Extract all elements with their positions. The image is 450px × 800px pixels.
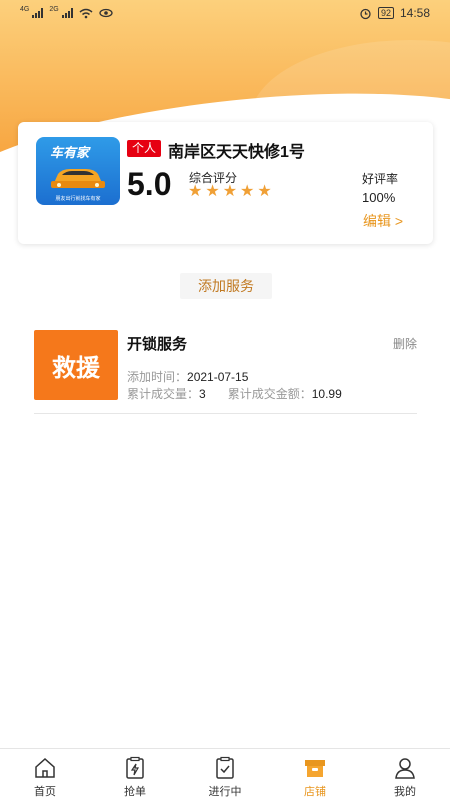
tab-label: 进行中 bbox=[208, 786, 242, 798]
deal-amount-label: 累计成交金额： bbox=[227, 387, 312, 401]
signal-icon-2 bbox=[61, 8, 73, 18]
status-left: 4G 2G bbox=[20, 5, 113, 19]
home-icon bbox=[35, 757, 55, 778]
shop-type-badge: 个人 bbox=[127, 140, 162, 157]
star-icon: ★ bbox=[188, 183, 203, 200]
status-time: 14:58 bbox=[399, 6, 430, 20]
tab-in-progress[interactable]: 进行中 bbox=[180, 749, 270, 800]
service-stats: 累计成交量：3 累计成交金额：10.99 bbox=[127, 385, 364, 402]
star-icon: ★ bbox=[205, 183, 220, 200]
logo-title: 车有家 bbox=[50, 145, 90, 160]
tab-home[interactable]: 首页 bbox=[0, 749, 90, 800]
tab-label: 我的 bbox=[394, 786, 416, 798]
star-icon: ★ bbox=[240, 183, 255, 200]
star-icon: ★ bbox=[257, 183, 272, 200]
service-added-time: 添加时间：2021-07-15 bbox=[127, 368, 270, 385]
deal-count-value: 3 bbox=[199, 387, 206, 401]
status-right: 92 14:58 bbox=[359, 6, 430, 20]
service-name: 开锁服务 bbox=[127, 336, 188, 353]
in-progress-icon bbox=[216, 756, 234, 779]
battery-icon: 92 bbox=[377, 7, 394, 19]
network-type-1: 4G bbox=[20, 5, 30, 13]
delete-service-button[interactable]: 删除 bbox=[393, 335, 417, 352]
tab-label: 店铺 bbox=[304, 786, 326, 798]
added-time-value: 2021-07-15 bbox=[187, 370, 249, 384]
good-rate-value: 100% bbox=[362, 190, 396, 205]
shop-score: 5.0 bbox=[127, 166, 172, 202]
profile-icon bbox=[395, 758, 415, 779]
bottom-tab-bar: 首页 抢单 进行中 店铺 我的 bbox=[0, 748, 450, 800]
shop-info-card: 车有家 朋友出行就找车有家 个人 南岸区天天快修1号 5.0 综合评分 ★ ★ … bbox=[18, 122, 433, 244]
tab-label: 首页 bbox=[34, 786, 56, 798]
tab-profile[interactable]: 我的 bbox=[360, 749, 450, 800]
shop-icon bbox=[305, 760, 325, 777]
eye-icon bbox=[99, 8, 113, 18]
service-image: 救援 bbox=[34, 330, 118, 400]
good-rate-label: 好评率 bbox=[362, 172, 399, 186]
tab-label: 抢单 bbox=[124, 786, 146, 798]
edit-shop-button[interactable]: 编辑 > bbox=[363, 211, 403, 231]
tab-shop[interactable]: 店铺 bbox=[270, 749, 360, 800]
network-type-2: 2G bbox=[49, 5, 59, 13]
logo-subtitle: 朋友出行就找车有家 bbox=[55, 196, 101, 202]
status-bar: 4G 2G 92 14:58 bbox=[0, 0, 450, 26]
car-icon bbox=[51, 169, 105, 188]
alarm-icon bbox=[360, 8, 371, 19]
add-service-button[interactable]: 添加服务 bbox=[180, 273, 272, 299]
signal-icon bbox=[32, 8, 44, 18]
wifi-icon bbox=[79, 8, 93, 18]
rating-stars: ★ ★ ★ ★ ★ bbox=[188, 184, 272, 200]
star-icon: ★ bbox=[222, 183, 238, 200]
deal-count-label: 累计成交量： bbox=[127, 387, 200, 401]
deal-amount-value: 10.99 bbox=[311, 387, 342, 401]
grab-order-icon bbox=[126, 756, 144, 779]
tab-grab-order[interactable]: 抢单 bbox=[90, 749, 180, 800]
added-time-label: 添加时间： bbox=[127, 370, 188, 384]
shop-name: 南岸区天天快修1号 bbox=[168, 144, 305, 161]
shop-logo: 车有家 朋友出行就找车有家 bbox=[36, 137, 120, 205]
service-list-item[interactable]: 救援 开锁服务 删除 添加时间：2021-07-15 累计成交量：3 累计成交金额… bbox=[34, 330, 417, 414]
